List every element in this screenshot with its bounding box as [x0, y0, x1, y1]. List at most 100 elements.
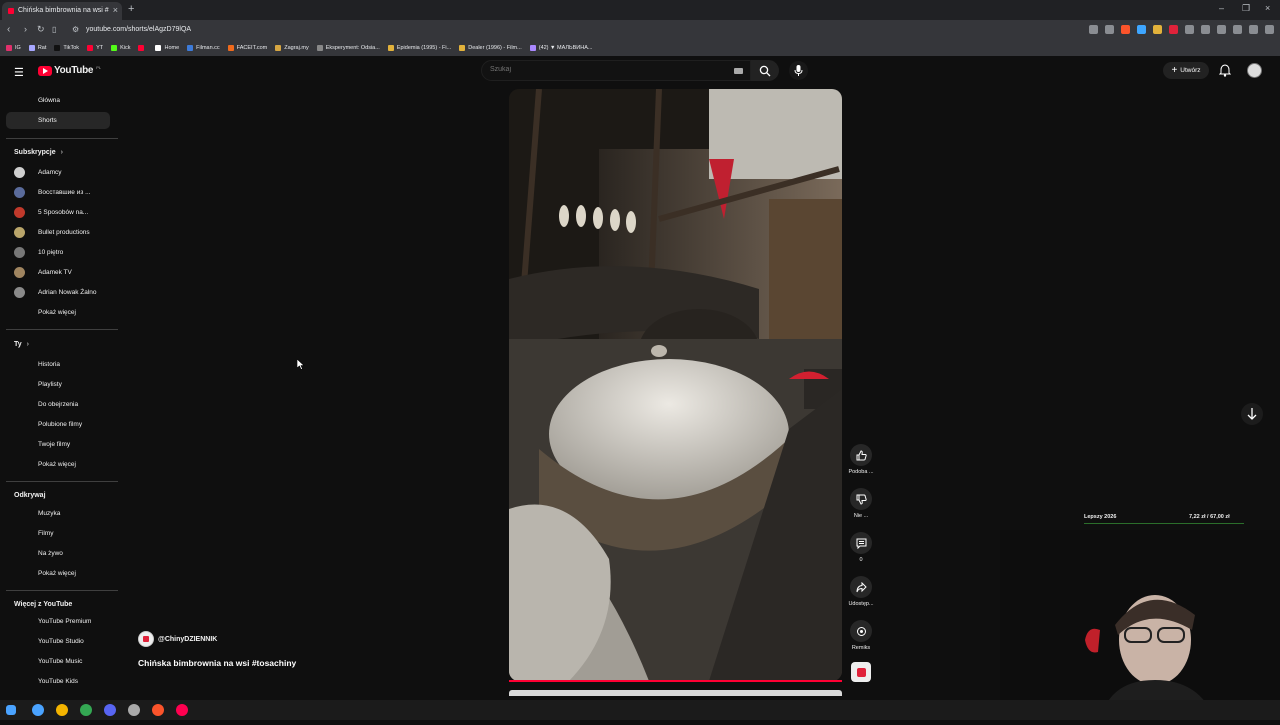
playback-progress-bar[interactable]	[509, 680, 842, 682]
dislike-button[interactable]: Nie ...	[843, 488, 879, 519]
youtube-logo[interactable]: YouTube PL	[38, 65, 101, 76]
comments-button[interactable]: 0	[843, 532, 879, 563]
sidebar-item-film[interactable]: Filmy	[6, 525, 110, 542]
close-window-icon[interactable]: ×	[1265, 3, 1270, 13]
you-header[interactable]: Ty ›	[14, 341, 29, 348]
keyboard-icon[interactable]	[734, 68, 743, 74]
show-more-subscriptions[interactable]: Pokaż więcej	[6, 304, 110, 321]
cast-icon[interactable]	[1089, 25, 1098, 34]
link-icon[interactable]	[1233, 25, 1242, 34]
extensions-puzzle-icon[interactable]	[1201, 25, 1210, 34]
minimize-icon[interactable]: –	[1219, 3, 1224, 13]
extension-icon[interactable]	[1137, 25, 1146, 34]
sidebar-item-music[interactable]: Muzyka	[6, 505, 110, 522]
youtube-product-item[interactable]: YouTube Premium	[6, 613, 110, 630]
youtube-product-item[interactable]: YouTube Studio	[6, 633, 110, 650]
next-short-button[interactable]	[1241, 403, 1263, 425]
back-icon[interactable]: ‹	[7, 24, 10, 35]
create-button[interactable]: + Utwórz	[1163, 62, 1209, 79]
taskbar-app-icon[interactable]	[176, 704, 188, 716]
bookmark-icon[interactable]: ▯	[52, 25, 56, 34]
subscription-item[interactable]: 10 piętro	[6, 244, 110, 261]
taskbar-app-icon[interactable]	[80, 704, 92, 716]
bookmark-item[interactable]: Eksperyment: Odsia...	[316, 45, 380, 51]
share-button[interactable]: Udostęp...	[843, 576, 879, 607]
channel-avatar[interactable]	[138, 631, 154, 647]
subscriptions-header[interactable]: Subskrypcje ›	[14, 149, 63, 156]
bookmark-favicon-icon	[316, 45, 323, 51]
bookmark-item[interactable]: Rat	[28, 45, 46, 51]
playlist-icon[interactable]	[1249, 25, 1258, 34]
brave-shield-icon[interactable]	[1121, 25, 1130, 34]
account-avatar[interactable]	[1247, 63, 1262, 78]
bookmark-item[interactable]: Kick	[111, 45, 130, 51]
site-info-icon[interactable]: ⚙	[72, 25, 79, 34]
bookmark-item[interactable]	[138, 45, 147, 51]
sidebar-item-shorts[interactable]: Shorts	[6, 112, 110, 129]
search-button[interactable]	[751, 60, 779, 81]
watch-later-icon	[14, 399, 25, 410]
bookmark-item[interactable]: Epidemia (1995) - Fi...	[387, 45, 451, 51]
taskbar-app-icon[interactable]	[104, 704, 116, 716]
channel-name[interactable]: @ChinyDZIENNIK	[158, 636, 217, 643]
subscription-item[interactable]: 5 Sposobów na...	[6, 204, 110, 221]
bookmark-item[interactable]: Home	[155, 45, 179, 51]
subscription-item[interactable]: Adamek TV	[6, 264, 110, 281]
bookmark-item[interactable]: Zagraj.my	[275, 45, 309, 51]
bookmark-item[interactable]: FACEIT.com	[227, 45, 267, 51]
bookmark-item[interactable]: (42) ▼ МАЛЬВИНА...	[529, 45, 592, 51]
subscription-item[interactable]: Adrian Nowak Żalno	[6, 284, 110, 301]
share-icon[interactable]	[1105, 25, 1114, 34]
forward-icon[interactable]: ›	[24, 24, 27, 34]
sidebar-item-live[interactable]: Na żywo	[6, 545, 110, 562]
extension-icon[interactable]	[1169, 25, 1178, 34]
channel-audio-button[interactable]	[843, 662, 879, 682]
extension-icon[interactable]	[1185, 25, 1194, 34]
sidebar-item-history[interactable]: Historia	[6, 356, 110, 373]
taskbar-app-icon[interactable]	[152, 704, 164, 716]
voice-search-button[interactable]	[789, 61, 808, 80]
browser-tab[interactable]: Chińska bimbrownia na wsi # ×	[2, 2, 122, 20]
bookmark-item[interactable]: TikTok	[54, 45, 79, 51]
subscription-item[interactable]: Восставшие из ...	[6, 184, 110, 201]
channel-avatar	[14, 207, 25, 218]
playlist-icon	[14, 379, 25, 390]
youtube-product-item[interactable]: YouTube Music	[6, 653, 110, 670]
sidebar-item-playlist[interactable]: Playlisty	[6, 376, 110, 393]
reload-icon[interactable]: ↻	[37, 24, 45, 35]
download-icon[interactable]	[1217, 25, 1226, 34]
taskbar-app-icon[interactable]	[56, 704, 68, 716]
show-more-you[interactable]: Pokaż więcej	[6, 456, 110, 473]
extension-icon[interactable]	[1153, 25, 1162, 34]
bookmark-item[interactable]: Filman.cc	[187, 45, 220, 51]
like-button[interactable]: Podoba ...	[843, 444, 879, 475]
remix-button[interactable]: Remiks	[843, 620, 879, 651]
restore-icon[interactable]: ❐	[1242, 3, 1250, 14]
sidebar-item-home[interactable]: Główna	[6, 92, 110, 109]
search-input[interactable]	[490, 66, 720, 73]
close-tab-icon[interactable]: ×	[113, 5, 118, 15]
sidebar-item-your-videos[interactable]: Twoje filmy	[6, 436, 110, 453]
subscription-item[interactable]: Bullet productions	[6, 224, 110, 241]
next-short-preview[interactable]	[509, 690, 842, 696]
bookmark-item[interactable]: IG	[6, 45, 21, 51]
short-title[interactable]: Chińska bimbrownia na wsi #tosachiny	[138, 658, 296, 668]
youtube-product-item[interactable]: YouTube Kids	[6, 673, 110, 690]
notifications-bell-icon[interactable]	[1219, 64, 1231, 77]
url-field[interactable]: youtube.com/shorts/elAgzD79lQA	[86, 26, 191, 33]
show-more-explore[interactable]: Pokaż więcej	[6, 565, 110, 582]
bookmark-item[interactable]: YT	[87, 45, 103, 51]
short-video[interactable]	[509, 89, 842, 681]
sidebar-item-label: YouTube Music	[38, 658, 83, 665]
menu-hamburger-icon[interactable]: ☰	[14, 66, 24, 79]
windows-start-icon[interactable]	[6, 705, 16, 715]
subscription-item[interactable]: Adamcy	[6, 164, 110, 181]
sidebar-item-like[interactable]: Polubione filmy	[6, 416, 110, 433]
new-tab-icon[interactable]: +	[128, 3, 134, 15]
channel-row[interactable]: @ChinyDZIENNIK	[138, 631, 217, 647]
taskbar-app-icon[interactable]	[128, 704, 140, 716]
bookmark-item[interactable]: Dealer (1996) - Film...	[459, 45, 522, 51]
taskbar-app-icon[interactable]	[32, 704, 44, 716]
sidebar-item-watch-later[interactable]: Do obejrzenia	[6, 396, 110, 413]
menu-icon[interactable]	[1265, 25, 1274, 34]
